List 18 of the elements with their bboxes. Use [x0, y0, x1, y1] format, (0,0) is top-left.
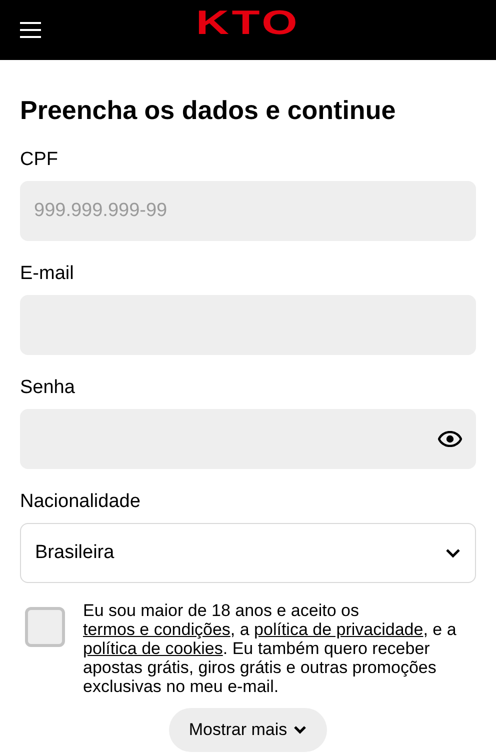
eye-icon[interactable]	[438, 431, 462, 447]
field-label: Nacionalidade	[20, 490, 142, 514]
consent-link[interactable]: política de cookies	[83, 639, 223, 658]
menu-button[interactable]	[20, 21, 41, 39]
consent-checkbox[interactable]	[25, 607, 65, 647]
nationality-select[interactable]: Brasileira	[20, 523, 476, 583]
field-label: Senha	[20, 376, 76, 400]
field-label: CPF	[20, 148, 59, 172]
password-field[interactable]	[20, 409, 476, 469]
chevron-down-icon	[445, 548, 461, 558]
show-more-button[interactable]: Mostrar mais	[168, 708, 328, 752]
consent-link[interactable]: termos e condições	[83, 620, 230, 639]
page-title: Preencha os dados e continue	[20, 94, 397, 126]
consent-text: Eu sou maior de 18 anos e aceito os termos e condições, a política de privacidade, e a política de cookies. Eu também quero receber apostas grátis, giros grátis e outras promoções exclusivas no meu e-mail.	[83, 601, 458, 696]
consent-link[interactable]: política de privacidade	[254, 620, 424, 639]
field-label: E-mail	[20, 262, 75, 286]
logo[interactable]: KTO	[196, 6, 300, 40]
input-field[interactable]: 999.999.999-99	[20, 181, 476, 241]
